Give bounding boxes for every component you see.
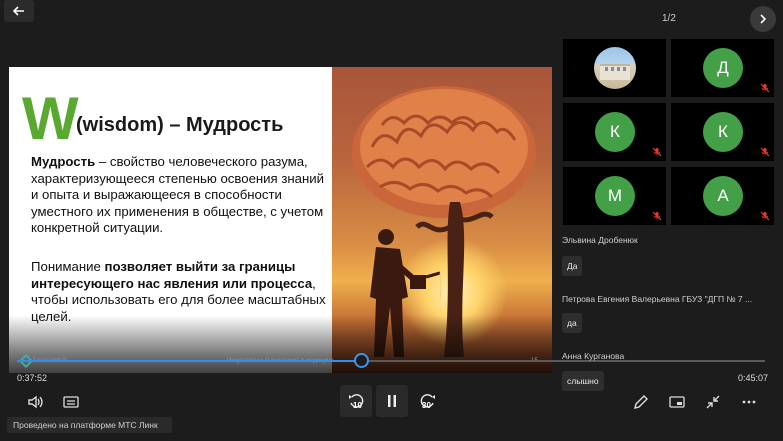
- collapse-button[interactable]: [698, 387, 728, 417]
- participant-tile[interactable]: А: [671, 167, 774, 225]
- participant-tile[interactable]: М: [563, 167, 666, 225]
- forward-seconds: 30: [422, 401, 431, 410]
- understanding-start: Понимание: [31, 259, 105, 274]
- mic-muted-icon: [760, 211, 770, 221]
- rewind-10-button[interactable]: 10: [340, 385, 372, 417]
- speaker-icon: [28, 395, 43, 409]
- mic-muted-icon: [760, 147, 770, 157]
- participant-avatar: Д: [703, 48, 743, 88]
- participant-tile[interactable]: [563, 39, 666, 97]
- arrow-left-icon: [12, 6, 24, 16]
- mic-muted-icon: [652, 211, 662, 221]
- captions-icon: [63, 396, 79, 408]
- collapse-arrows-icon: [706, 395, 720, 409]
- subtitles-button[interactable]: [56, 387, 86, 417]
- mic-muted-icon: [760, 83, 770, 93]
- participant-avatar: К: [703, 112, 743, 152]
- participant-avatar: К: [595, 112, 635, 152]
- page-indicator: 1/2: [662, 13, 676, 24]
- current-time: 0:37:52: [17, 373, 48, 383]
- slide-title: (wisdom) – Мудрость: [76, 114, 284, 136]
- slide-footer-overlay: [9, 315, 552, 373]
- participant-avatar: М: [595, 176, 635, 216]
- volume-button[interactable]: [20, 387, 50, 417]
- mic-muted-icon: [652, 147, 662, 157]
- participant-avatar: А: [703, 176, 743, 216]
- participant-photo: [594, 47, 636, 89]
- back-button[interactable]: [4, 0, 34, 22]
- participant-tile[interactable]: К: [563, 103, 666, 161]
- playback-timeline[interactable]: [17, 353, 765, 368]
- draw-button[interactable]: [626, 387, 656, 417]
- chevron-right-icon: [760, 14, 767, 24]
- chat-author: Анна Курганова: [562, 351, 625, 361]
- pause-icon: [388, 395, 396, 407]
- rewind-seconds: 10: [353, 401, 362, 410]
- participant-tile[interactable]: К: [671, 103, 774, 161]
- chat-author: Петрова Евгения Валерьевна ГБУЗ "ДГП № 7…: [562, 294, 753, 304]
- chat-message: Да: [562, 256, 583, 276]
- presentation-slide: W (wisdom) – Мудрость Мудрость – свойств…: [9, 67, 552, 373]
- timeline-progress: [17, 360, 362, 362]
- pause-button[interactable]: [376, 385, 408, 417]
- chat-author: Эльвина Дробенюк: [562, 235, 638, 245]
- big-letter-w: W: [22, 85, 79, 152]
- pencil-icon: [634, 395, 648, 409]
- total-time: 0:45:07: [738, 373, 769, 383]
- participant-tile[interactable]: Д: [671, 39, 774, 97]
- more-options-button[interactable]: [734, 387, 764, 417]
- platform-label: Проведено на платформе МТС Линк: [7, 417, 172, 433]
- definition-paragraph: Мудрость – свойство человеческого разума…: [31, 154, 326, 237]
- next-page-button[interactable]: [750, 6, 776, 32]
- ellipsis-icon: [742, 400, 756, 404]
- chat-message: да: [562, 313, 582, 333]
- timeline-scrubber-handle[interactable]: [354, 353, 370, 368]
- forward-30-button[interactable]: 30: [412, 385, 444, 417]
- pip-icon: [669, 396, 685, 408]
- definition-term: Мудрость: [31, 154, 96, 169]
- chat-message: слышно: [562, 371, 604, 391]
- picture-in-picture-button[interactable]: [662, 387, 692, 417]
